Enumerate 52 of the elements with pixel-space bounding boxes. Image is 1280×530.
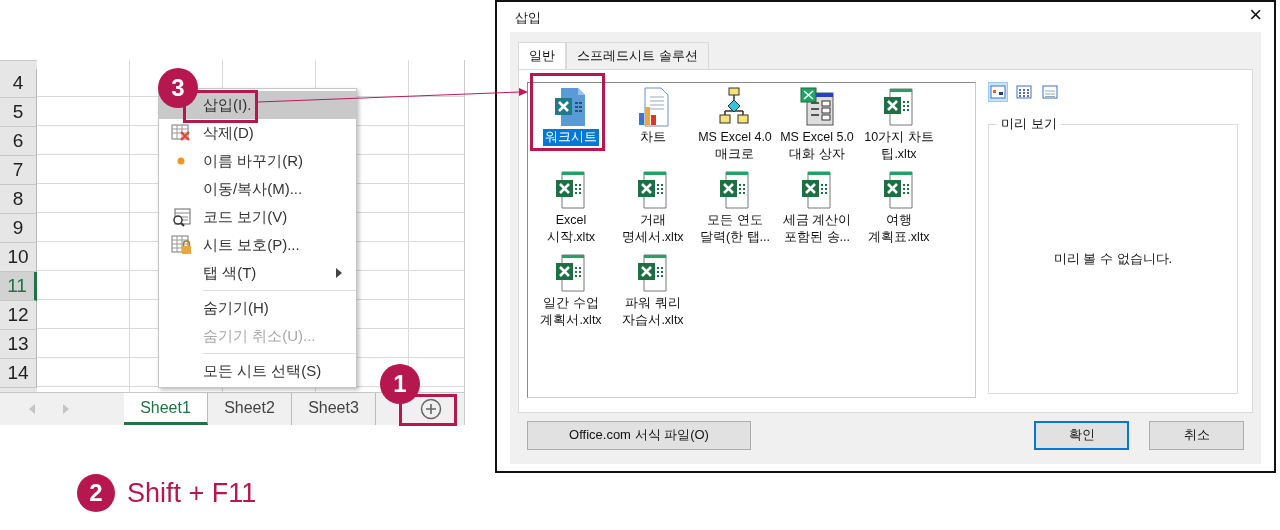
dialog-button[interactable]: 취소 bbox=[1149, 420, 1244, 450]
menu-item[interactable]: 이동/복사(M)... bbox=[159, 175, 356, 203]
row-header[interactable]: 11 bbox=[0, 272, 37, 301]
template-item[interactable]: 차트 bbox=[612, 86, 694, 170]
template-item[interactable]: MS Excel 5.0 대화 상자 bbox=[776, 86, 858, 170]
menu-item[interactable]: 시트 보호(P)... bbox=[159, 231, 356, 259]
template-item[interactable]: MS Excel 4.0 매크로 bbox=[694, 86, 776, 170]
sheet-tab[interactable]: Sheet2 bbox=[208, 393, 292, 425]
add-sheet-icon[interactable] bbox=[420, 398, 442, 420]
row-header[interactable]: 6 bbox=[0, 127, 37, 156]
lock-grid-icon bbox=[171, 235, 191, 255]
row-header[interactable]: 8 bbox=[0, 185, 37, 214]
template-item[interactable]: 워크시트 bbox=[530, 86, 612, 170]
delete-sheet-icon bbox=[171, 123, 191, 143]
small-icons-view-icon[interactable] bbox=[1016, 83, 1032, 100]
menu-item[interactable]: 이름 바꾸기(R) bbox=[159, 147, 356, 175]
template-item[interactable]: 모든 연도 달력(한 탭... bbox=[694, 169, 776, 253]
dialog-tab[interactable]: 스프레드시트 솔루션 bbox=[566, 42, 709, 69]
row-header[interactable]: 4 bbox=[0, 69, 37, 98]
row-header[interactable]: 13 bbox=[0, 330, 37, 359]
step-badge: 2 bbox=[77, 474, 115, 513]
close-button[interactable]: × bbox=[1249, 2, 1274, 32]
dialog-button[interactable]: Office.com 서식 파일(O) bbox=[527, 420, 751, 450]
dialog-title: 삽입 bbox=[514, 9, 541, 27]
template-item[interactable]: 일간 수업 계획서.xltx bbox=[530, 252, 612, 336]
row-header[interactable]: 12 bbox=[0, 301, 37, 330]
menu-item[interactable]: 숨기기(H) bbox=[159, 294, 356, 322]
code-view-icon bbox=[171, 207, 191, 227]
large-icons-view-icon[interactable] bbox=[990, 83, 1006, 100]
dialog-tab[interactable]: 일반 bbox=[518, 42, 566, 69]
template-item[interactable]: 세금 계산이 포함된 송... bbox=[776, 169, 858, 253]
menu-item[interactable]: 삭제(D) bbox=[159, 119, 356, 147]
template-item[interactable]: 10가지 차트 팁.xltx bbox=[858, 86, 940, 170]
row-header[interactable]: 14 bbox=[0, 359, 37, 388]
shortcut-text: Shift + F11 bbox=[127, 477, 257, 510]
row-header[interactable]: 9 bbox=[0, 214, 37, 243]
sheet-tab[interactable]: Sheet3 bbox=[292, 393, 376, 425]
template-item[interactable]: 거래 명세서.xltx bbox=[612, 169, 694, 253]
row-header[interactable]: 7 bbox=[0, 156, 37, 185]
dialog-button[interactable]: 확인 bbox=[1034, 420, 1129, 450]
menu-item[interactable]: 탭 색(T) bbox=[159, 259, 356, 287]
preview-legend: 미리 보기 bbox=[997, 115, 1061, 132]
sheet-tab[interactable]: Sheet1 bbox=[124, 393, 208, 425]
template-item[interactable]: 파워 쿼리 자습서.xltx bbox=[612, 252, 694, 336]
preview-message: 미리 볼 수 없습니다. bbox=[1053, 249, 1173, 268]
row-header[interactable]: 5 bbox=[0, 98, 37, 127]
row-header[interactable]: 10 bbox=[0, 243, 37, 272]
menu-item[interactable]: 모든 시트 선택(S) bbox=[159, 357, 356, 385]
menu-item[interactable]: 코드 보기(V) bbox=[159, 203, 356, 231]
template-item[interactable]: Excel 시작.xltx bbox=[530, 169, 612, 253]
dialog-form-icon bbox=[799, 86, 835, 127]
template-item[interactable]: 여행 계획표.xltx bbox=[858, 169, 940, 253]
